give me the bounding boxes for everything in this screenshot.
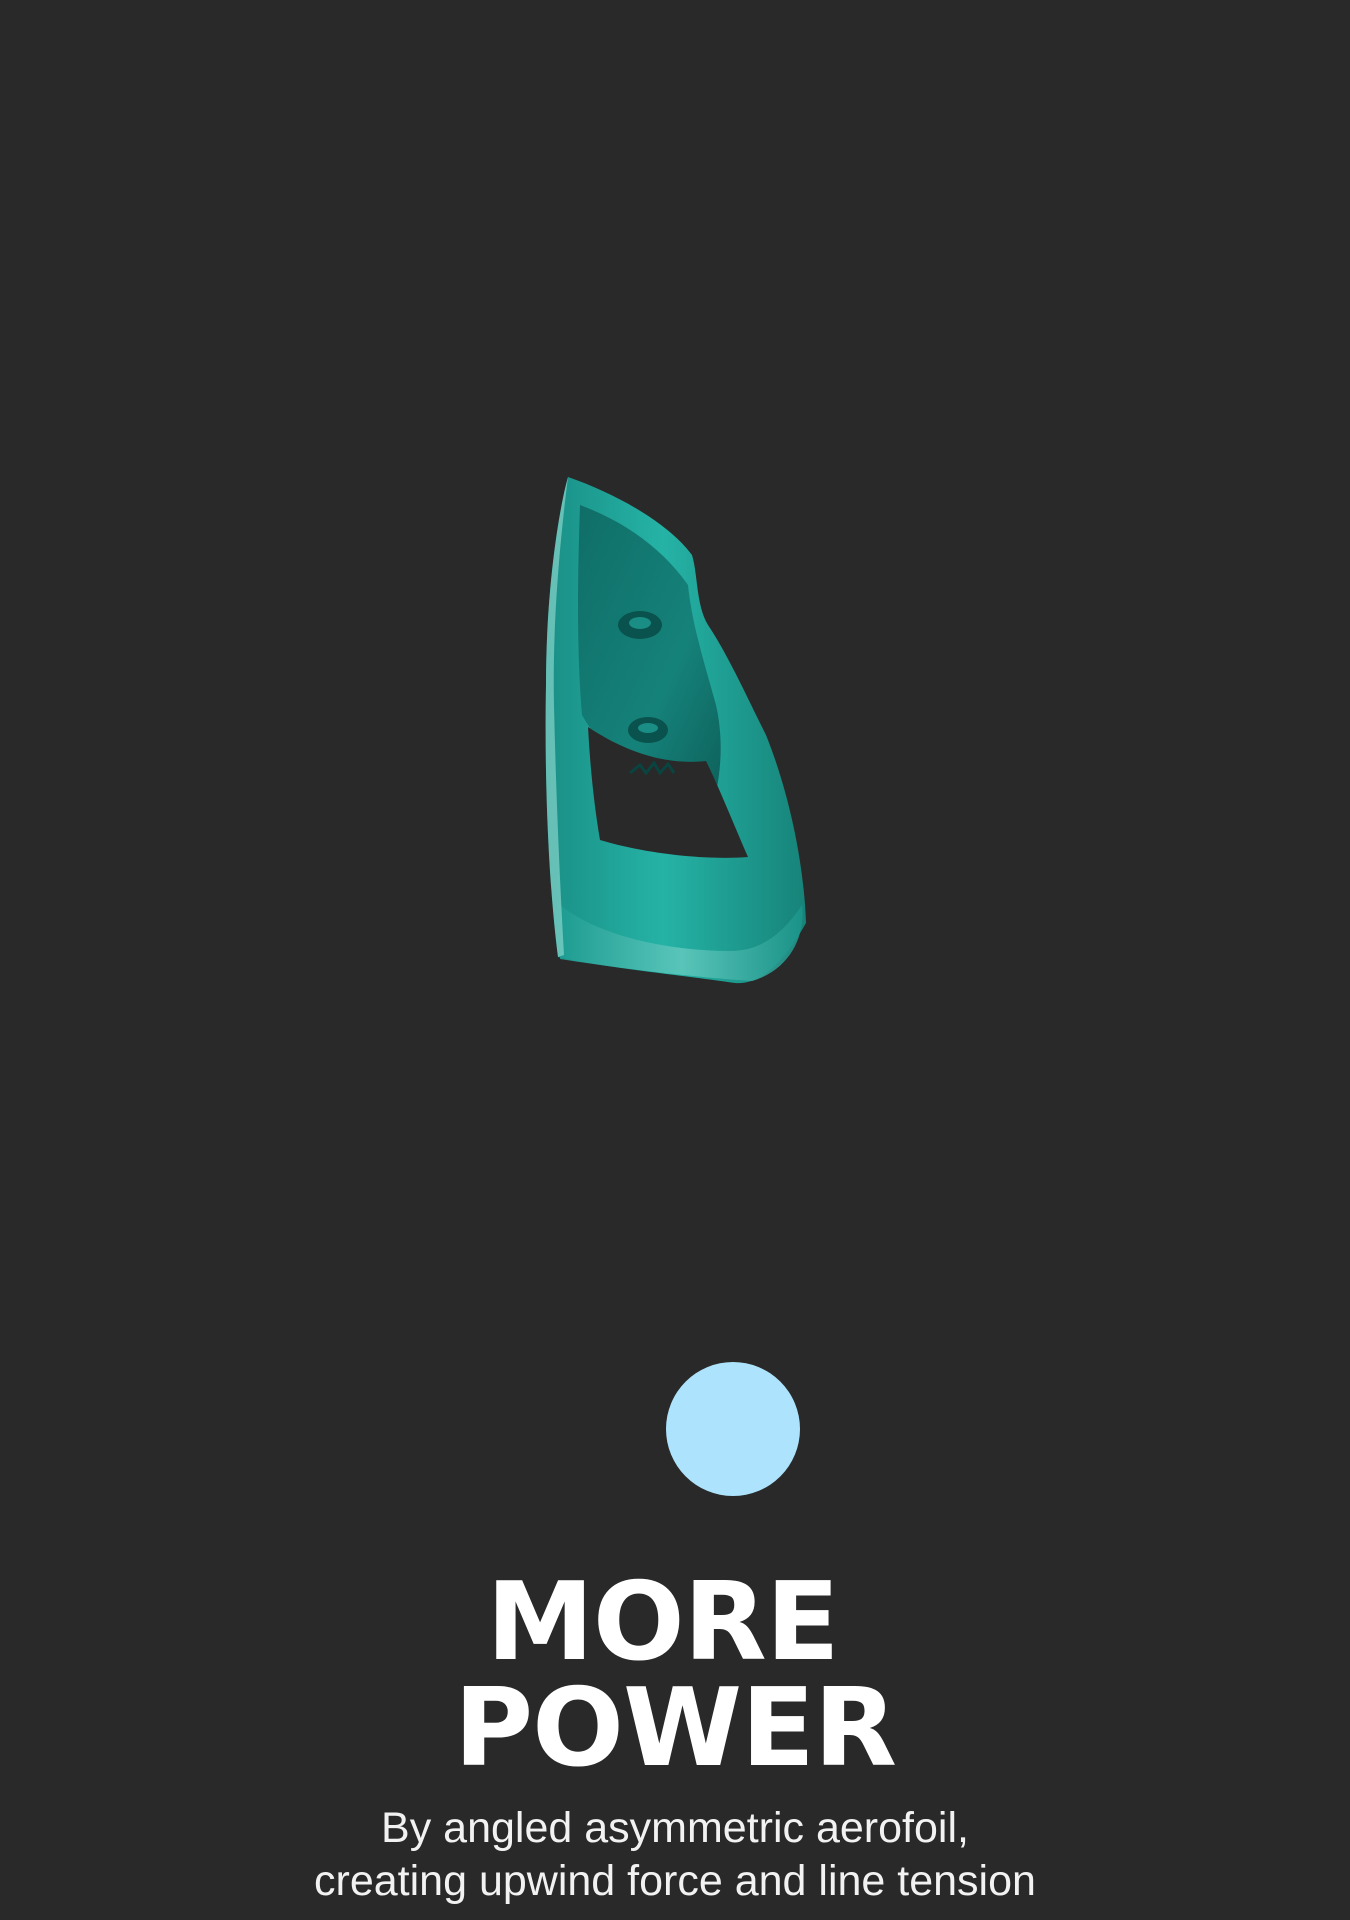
headline-line-2: POWER	[453, 1666, 897, 1791]
feature-description: By angled asymmetric aerofoil, creating …	[0, 1802, 1350, 1908]
light-blue-circle-indicator	[666, 1362, 800, 1496]
product-feature-panel: MORE POWER By angled asymmetric aerofoil…	[0, 0, 1350, 1920]
aerofoil-product-icon	[545, 477, 806, 984]
feature-headline: MORE POWER	[0, 1560, 1350, 1791]
description-line-2: creating upwind force and line tension	[314, 1857, 1036, 1905]
aerofoil-product-image	[520, 465, 820, 990]
description-line-1: By angled asymmetric aerofoil,	[381, 1804, 969, 1852]
headline-line-1: MORE	[486, 1560, 839, 1685]
